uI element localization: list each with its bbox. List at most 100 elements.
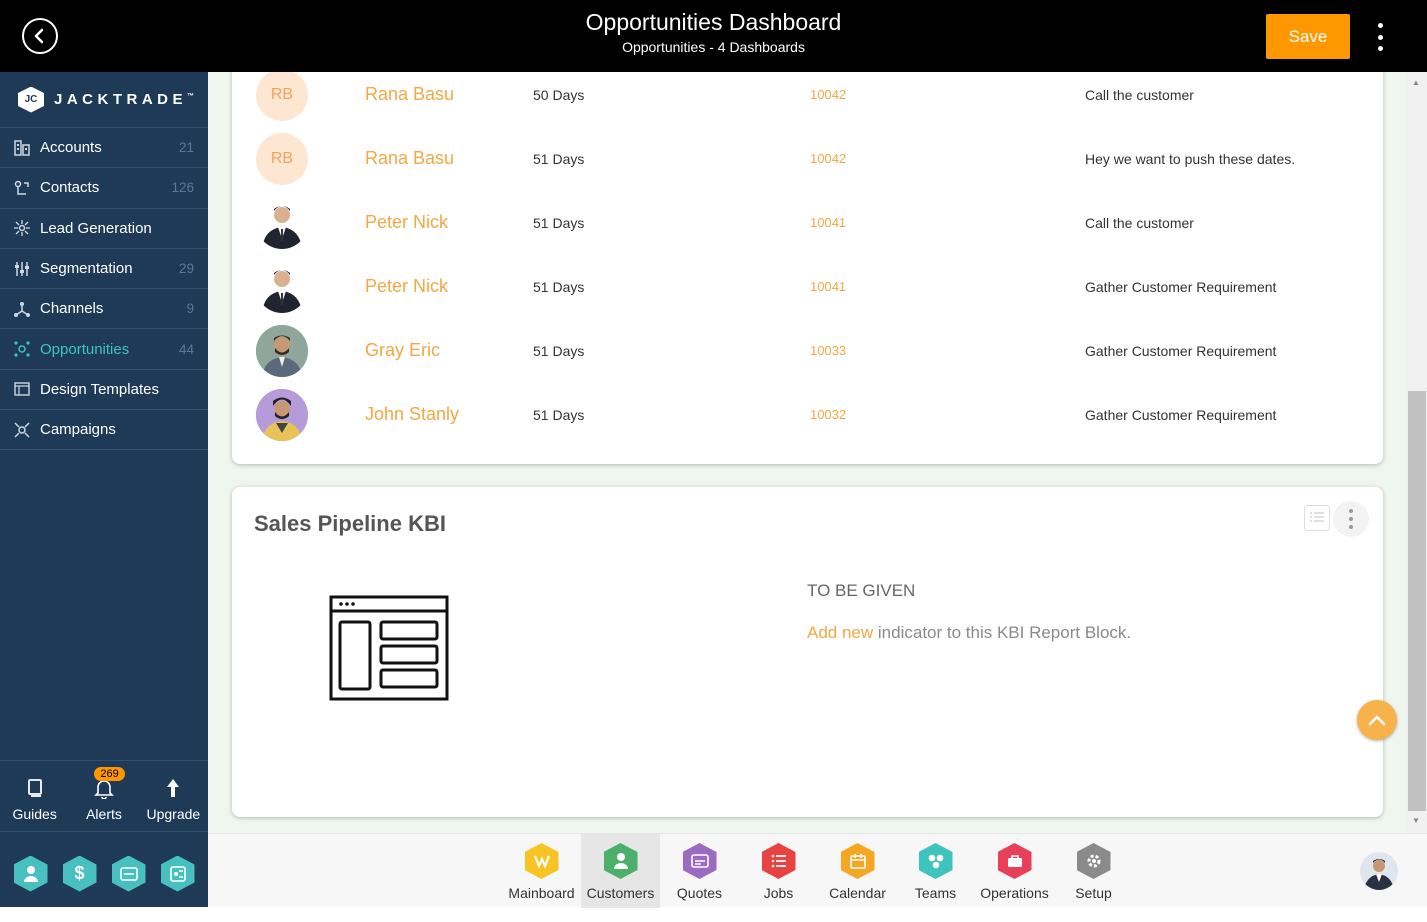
table-row[interactable]: Peter Nick 51 Days 10041 Gather Customer…: [232, 254, 1383, 318]
table-row[interactable]: RB Rana Basu 51 Days 10042 Hey we want t…: [232, 126, 1383, 190]
contact-name-link[interactable]: Rana Basu: [365, 84, 454, 105]
add-deal-button[interactable]: $: [62, 855, 97, 892]
contact-name-link[interactable]: Peter Nick: [365, 212, 448, 233]
brand-logo[interactable]: JC JACKTRADE™: [0, 72, 208, 128]
lead-generation-icon: [13, 219, 31, 237]
days-value: 51 Days: [533, 279, 585, 295]
table-row[interactable]: Gray Eric 51 Days 10033 Gather Customer …: [232, 318, 1383, 382]
gear-icon: [1076, 843, 1111, 879]
add-indicator-text: Add new indicator to this KBI Report Blo…: [807, 623, 1131, 643]
user-avatar[interactable]: [1360, 852, 1398, 890]
tab-setup[interactable]: Setup: [1054, 834, 1133, 908]
contact-name-link[interactable]: Peter Nick: [365, 276, 448, 297]
sidebar-item-label: Design Templates: [40, 380, 159, 398]
opportunity-id-link[interactable]: 10032: [810, 407, 846, 422]
table-row[interactable]: John Stanly 51 Days 10032 Gather Custome…: [232, 382, 1383, 446]
add-contact-button[interactable]: [13, 855, 48, 892]
opportunity-id-link[interactable]: 10033: [810, 343, 846, 358]
sidebar-item-design-templates[interactable]: Design Templates: [0, 370, 208, 411]
contact-name-link[interactable]: John Stanly: [365, 404, 459, 425]
segment-icon: [169, 865, 186, 882]
accounts-icon: [13, 139, 31, 157]
contact-name-link[interactable]: Rana Basu: [365, 148, 454, 169]
tab-operations[interactable]: Operations: [975, 834, 1054, 908]
bottom-navigation: Mainboard Customers Quotes Jobs Calendar…: [208, 833, 1427, 908]
scroll-up-arrow-icon[interactable]: ▲: [1412, 78, 1420, 87]
sidebar-item-label: Campaigns: [40, 421, 116, 439]
add-quote-button[interactable]: [111, 855, 146, 892]
sidebar-item-count: 21: [178, 140, 194, 156]
segmentation-icon: [13, 260, 31, 278]
save-button[interactable]: Save: [1266, 14, 1350, 59]
alerts-badge: 269: [94, 767, 125, 781]
person-photo-icon: [256, 389, 308, 441]
tab-jobs[interactable]: Jobs: [739, 834, 818, 908]
opportunity-id-link[interactable]: 10042: [810, 151, 846, 166]
sidebar-item-accounts[interactable]: Accounts 21: [0, 128, 208, 169]
brand-name: JACKTRADE: [54, 91, 188, 108]
tab-customers[interactable]: Customers: [581, 834, 660, 908]
sidebar-item-count: 126: [171, 180, 194, 196]
vertical-scrollbar[interactable]: ▲ ▼: [1407, 72, 1427, 833]
back-button[interactable]: [22, 18, 58, 54]
note-text: Call the customer: [1085, 87, 1194, 103]
campaigns-icon: [13, 421, 31, 439]
contacts-icon: [13, 179, 31, 197]
opportunity-id-link[interactable]: 10042: [810, 87, 846, 102]
note-text: Gather Customer Requirement: [1085, 279, 1277, 295]
sidebar-item-channels[interactable]: Channels 9: [0, 289, 208, 330]
avatar: [256, 197, 308, 249]
sidebar-item-count: 44: [178, 341, 194, 357]
trademark: ™: [187, 93, 195, 100]
tab-quotes[interactable]: Quotes: [660, 834, 739, 908]
page-subtitle: Opportunities - 4 Dashboards: [622, 39, 805, 55]
user-photo-icon: [1360, 852, 1398, 890]
channels-icon: [13, 300, 31, 318]
days-value: 51 Days: [533, 407, 585, 423]
alerts-button[interactable]: 269 Alerts: [69, 761, 138, 831]
contact-name-link[interactable]: Gray Eric: [365, 340, 440, 361]
scrollbar-thumb[interactable]: [1408, 391, 1426, 811]
teams-icon: [918, 843, 953, 879]
days-value: 50 Days: [533, 87, 585, 103]
mainboard-icon: [524, 843, 559, 879]
kbi-report-card: Sales Pipeline KBI TO BE GIVEN Add new i…: [232, 487, 1383, 817]
sidebar-item-campaigns[interactable]: Campaigns: [0, 410, 208, 451]
tab-label: Teams: [914, 885, 957, 901]
sidebar-footer: Guides 269 Alerts Upgrade $: [0, 760, 208, 907]
opportunity-id-link[interactable]: 10041: [810, 279, 846, 294]
opportunity-id-link[interactable]: 10041: [810, 215, 846, 230]
person-photo-icon: [262, 270, 302, 313]
page-title: Opportunities Dashboard: [585, 9, 842, 35]
more-menu-button[interactable]: [1370, 20, 1390, 54]
tab-calendar[interactable]: Calendar: [818, 834, 897, 908]
list-view-button[interactable]: [1304, 505, 1330, 531]
calendar-icon: [840, 843, 875, 879]
add-segment-button[interactable]: [160, 855, 195, 892]
table-row[interactable]: RB Rana Basu 50 Days 10042 Call the cust…: [232, 72, 1383, 126]
guides-button[interactable]: Guides: [0, 761, 69, 831]
guides-label: Guides: [12, 806, 57, 822]
sidebar-item-label: Segmentation: [40, 260, 133, 278]
days-value: 51 Days: [533, 343, 585, 359]
arrow-up-icon: [162, 776, 184, 800]
sidebar-item-lead-generation[interactable]: Lead Generation: [0, 209, 208, 249]
scroll-to-top-button[interactable]: [1357, 700, 1397, 740]
tab-teams[interactable]: Teams: [896, 834, 975, 908]
scroll-down-arrow-icon[interactable]: ▼: [1412, 816, 1420, 825]
sidebar-item-contacts[interactable]: Contacts 126: [0, 168, 208, 209]
sidebar-item-segmentation[interactable]: Segmentation 29: [0, 249, 208, 290]
sidebar-item-opportunities[interactable]: Opportunities 44: [0, 329, 208, 370]
avatar: [256, 389, 308, 441]
sidebar-item-label: Opportunities: [40, 340, 130, 358]
jobs-icon: [761, 843, 796, 879]
upgrade-button[interactable]: Upgrade: [139, 761, 208, 831]
person-icon: [23, 865, 38, 882]
tab-label: Calendar: [829, 885, 886, 901]
tab-mainboard[interactable]: Mainboard: [502, 834, 581, 908]
add-indicator-suffix: indicator to this KBI Report Block.: [873, 623, 1132, 642]
table-row[interactable]: Peter Nick 51 Days 10041 Call the custom…: [232, 190, 1383, 254]
kbi-more-button[interactable]: [1333, 501, 1369, 537]
list-icon: [1310, 512, 1324, 522]
add-new-link[interactable]: Add new: [807, 623, 873, 642]
